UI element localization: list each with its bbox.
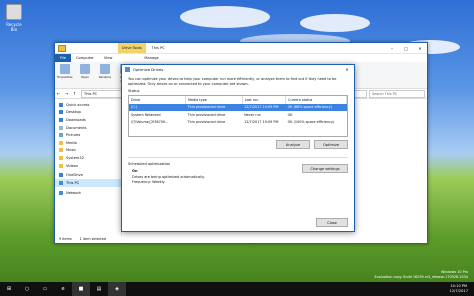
maximize-icon[interactable]: □ — [399, 43, 413, 53]
folder-icon — [59, 148, 63, 153]
network-icon — [59, 191, 63, 196]
drives-list: Drive Media type Last run Current status… — [128, 95, 348, 138]
trash-icon — [6, 4, 22, 20]
dialog-description: You can optimize your drives to help you… — [128, 77, 337, 86]
change-settings-button[interactable]: Change settings — [302, 164, 348, 174]
status-label: Status — [128, 89, 140, 94]
scheduled-optimization-section: Scheduled optimization Change settings O… — [128, 157, 348, 184]
nav-item-pictures[interactable]: Pictures — [55, 131, 121, 139]
nav-item-desktop[interactable]: Desktop — [55, 109, 121, 117]
nav-item-this-pc[interactable]: This PC — [55, 178, 121, 187]
recycle-bin-label: Recycle Bin — [6, 22, 22, 32]
column-header[interactable]: Last run — [242, 96, 287, 104]
nav-item-quick-access[interactable]: Quick access — [55, 101, 121, 109]
start-icon[interactable]: ⊞ — [0, 282, 18, 296]
open-button[interactable]: Open — [77, 63, 93, 87]
nav-item-documents[interactable]: Documents — [55, 124, 121, 132]
computer-icon — [59, 180, 63, 185]
column-header[interactable]: Media type — [185, 96, 243, 104]
nav-item-onedrive[interactable]: OneDrive — [55, 171, 121, 179]
optimize-button[interactable]: Optimize — [314, 140, 348, 150]
schedule-frequency: Frequency: Weekly — [132, 180, 165, 185]
drive-row[interactable]: (C:) Thin provisioned drive 12/7/2017 10… — [129, 103, 347, 112]
drives-header-row: Drive Media type Last run Current status — [129, 96, 347, 104]
minimize-icon[interactable]: – — [385, 43, 399, 53]
document-icon — [59, 125, 63, 130]
edge-icon[interactable]: e — [54, 282, 72, 296]
properties-button[interactable]: Properties — [57, 63, 73, 87]
status-bar: 9 items 1 item selected — [55, 234, 427, 243]
store-icon[interactable]: ▤ — [90, 282, 108, 296]
defrag-icon — [125, 67, 130, 72]
column-header[interactable]: Drive — [129, 96, 187, 104]
rename-icon — [100, 64, 110, 74]
drive-row[interactable]: System Reserved Thin provisioned drive N… — [129, 111, 347, 119]
cloud-icon — [59, 173, 63, 178]
download-icon — [59, 117, 63, 122]
star-icon — [59, 102, 63, 107]
desktop-icon — [59, 110, 63, 115]
tab-file[interactable]: File — [55, 54, 72, 62]
clock[interactable]: 10:10 PM 12/7/2017 — [450, 284, 474, 293]
rename-button[interactable]: Rename — [97, 63, 113, 87]
folder-icon — [58, 44, 66, 52]
schedule-description: Drives are being optimized automatically… — [132, 174, 205, 179]
analyze-button[interactable]: Analyze — [276, 140, 310, 150]
defrag-icon[interactable]: ◈ — [108, 282, 126, 296]
tab-manage[interactable]: Manage — [139, 54, 163, 62]
recycle-bin-icon[interactable]: Recycle Bin — [3, 4, 25, 32]
window-title: This PC — [151, 46, 165, 50]
build-watermark: Windows 10 Pro Evaluation copy. Build 16… — [374, 270, 468, 279]
picture-icon — [59, 133, 63, 138]
nav-item-videos[interactable]: Videos — [55, 162, 121, 170]
search-icon[interactable]: ○ — [18, 282, 36, 296]
nav-item-music[interactable]: Music — [55, 147, 121, 155]
drive-tools-context-tab[interactable]: Drive Tools — [118, 43, 146, 53]
ribbon-tabs: File Computer View Manage — [55, 54, 427, 62]
tab-view[interactable]: View — [99, 54, 118, 62]
nav-item-network[interactable]: Network — [55, 190, 121, 198]
navigation-pane: Quick access Desktop Downloads Documents… — [55, 99, 122, 236]
nav-item-system32[interactable]: System32 — [55, 154, 121, 162]
properties-icon — [60, 64, 70, 74]
close-icon[interactable]: ✕ — [413, 43, 427, 53]
optimize-drives-dialog: Optimize Drives ✕ You can optimize your … — [121, 64, 355, 232]
folder-icon — [59, 163, 63, 168]
close-button[interactable]: Close — [316, 218, 348, 227]
dialog-title: Optimize Drives — [133, 67, 164, 72]
taskbar: ⊞ ○ ▭ e ■ ▤ ◈ 10:10 PM 12/7/2017 — [0, 282, 474, 296]
task-view-icon[interactable]: ▭ — [36, 282, 54, 296]
drive-row[interactable]: \\?\Volume{2f36700... Thin provisioned d… — [129, 119, 347, 127]
open-icon — [80, 64, 90, 74]
selection-count: 1 item selected — [79, 236, 106, 241]
back-arrow-icon[interactable]: ← — [57, 91, 63, 96]
search-input[interactable]: Search This PC — [369, 89, 425, 98]
nav-item-downloads[interactable]: Downloads — [55, 116, 121, 124]
column-header[interactable]: Current status — [285, 96, 347, 104]
tab-computer[interactable]: Computer — [71, 54, 99, 62]
close-icon[interactable]: ✕ — [340, 67, 354, 72]
folder-icon — [59, 140, 63, 145]
item-count: 9 items — [59, 236, 72, 241]
explorer-titlebar: Drive Tools This PC – □ ✕ — [55, 43, 427, 54]
forward-arrow-icon[interactable]: → — [65, 91, 71, 96]
dialog-titlebar: Optimize Drives ✕ — [122, 65, 354, 74]
up-arrow-icon[interactable]: ↑ — [73, 91, 79, 96]
nav-item-media[interactable]: Media — [55, 139, 121, 147]
folder-icon[interactable]: ■ — [72, 282, 90, 296]
folder-icon — [59, 155, 63, 160]
